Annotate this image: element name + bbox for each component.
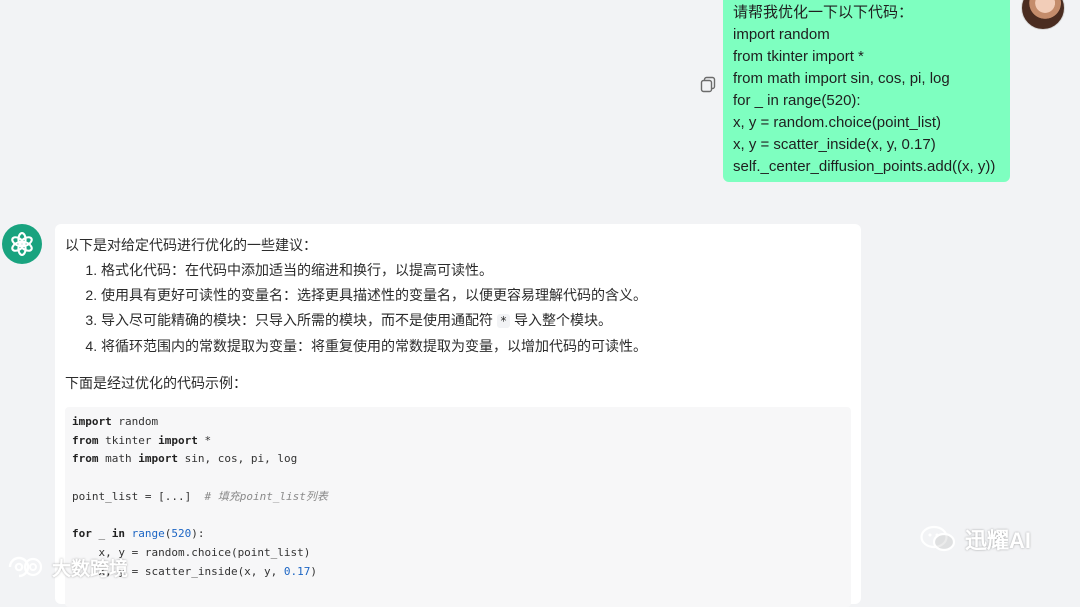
code-line: import random	[72, 415, 159, 428]
user-message-line: from tkinter import *	[733, 48, 864, 65]
code-line: from math import sin, cos, pi, log	[72, 452, 298, 466]
code-line: x, y = random.choice(point_list)	[72, 545, 311, 559]
watermark-left-text: 大数跨境	[52, 558, 129, 580]
code-line: for _ in range(520):	[72, 527, 205, 541]
user-message-line: from math import sin, cos, pi, log	[733, 70, 950, 87]
openai-logo-icon	[11, 232, 33, 256]
user-avatar	[1021, 0, 1065, 30]
inline-code: *	[496, 314, 511, 328]
watermark-right-text: 迅耀AI	[965, 528, 1032, 553]
suggestion-list: 格式化代码：在代码中添加适当的缩进和换行，以提高可读性。 使用具有更好可读性的变…	[65, 258, 851, 359]
user-message-bubble: 请帮我优化一下以下代码： import random from tkinter …	[723, 0, 1010, 182]
user-message-line: x, y = random.choice(point_list)	[733, 114, 942, 131]
crossborder-logo-icon	[8, 556, 43, 578]
code-intro: 下面是经过优化的代码示例：	[65, 375, 247, 391]
user-message-line: self._center_diffusion_points.add((x, y)…	[733, 158, 996, 175]
code-block[interactable]: import random from tkinter import * from…	[65, 407, 851, 607]
suggestion-text: 导入整个模块。	[514, 312, 613, 328]
user-message-line: x, y = scatter_inside(x, y, 0.17)	[733, 136, 936, 153]
user-message-line: for _ in range(520):	[733, 92, 861, 109]
watermark-left: 大数跨境	[6, 552, 128, 582]
answer-intro: 以下是对给定代码进行优化的一些建议：	[65, 237, 317, 253]
suggestion-item: 格式化代码：在代码中添加适当的缩进和换行，以提高可读性。	[101, 258, 851, 283]
code-line: x, y = scatter_inside(x, y, 0.17)	[72, 564, 318, 578]
watermark-right: 迅耀AI	[919, 523, 1031, 555]
suggestion-item: 使用具有更好可读性的变量名：选择更具描述性的变量名，以便更容易理解代码的含义。	[101, 283, 851, 308]
assistant-message-card: 以下是对给定代码进行优化的一些建议： 格式化代码：在代码中添加适当的缩进和换行，…	[55, 224, 861, 607]
user-message-line: import random	[733, 26, 830, 43]
suggestion-item: 导入尽可能精确的模块：只导入所需的模块，而不是使用通配符 * 导入整个模块。	[101, 308, 851, 334]
suggestion-item: 将循环范围内的常数提取为变量：将重复使用的常数提取为变量，以增加代码的可读性。	[101, 334, 851, 359]
code-line: point_list = [...] # 填充point_list列表	[72, 489, 328, 503]
code-line: from tkinter import *	[72, 433, 212, 447]
suggestion-text: 导入尽可能精确的模块：只导入所需的模块，而不是使用通配符	[101, 312, 493, 328]
assistant-avatar	[2, 224, 42, 264]
copy-icon[interactable]	[699, 76, 717, 94]
wechat-icon	[920, 525, 956, 552]
user-message-line: 请帮我优化一下以下代码：	[733, 4, 914, 21]
